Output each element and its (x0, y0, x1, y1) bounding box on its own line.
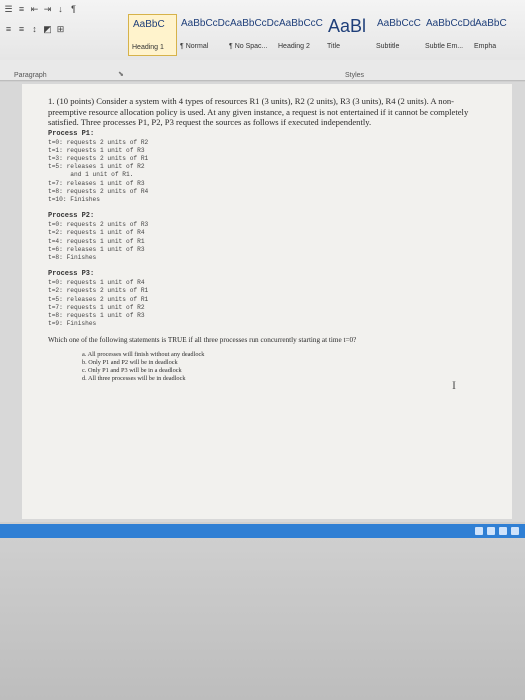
style-name: Subtle Em... (425, 43, 464, 50)
process-event: t=2: requests 1 unit of R4 (48, 229, 145, 237)
decrease-indent-icon[interactable]: ⇤ (30, 4, 39, 15)
process-event: t=7: releases 1 unit of R3 (48, 179, 145, 187)
taskbar-app-icon[interactable] (487, 527, 495, 535)
align-left-icon[interactable]: ≡ (4, 24, 13, 35)
process-title: Process P2: (48, 212, 95, 221)
process-title: Process P3: (48, 270, 95, 279)
style-name: Heading 2 (278, 43, 310, 50)
style-tile[interactable]: AaBbC Empha (471, 14, 520, 56)
process-list: Process P1: t=0: requests 2 units of R2 t=… (48, 130, 488, 329)
process-event: t=5: releases 2 units of R1 (48, 295, 149, 303)
process-event: t=3: requests 2 units of R1 (48, 154, 149, 162)
ribbon: ☰ ≡ ⇤ ⇥ ↓ ¶ ≡ ≡ ↕ ◩ ⊞ AaBbC Heading 1 AaBb… (0, 0, 525, 61)
paragraph-group-label: Paragraph (14, 72, 47, 79)
question-prompt: Which one of the following statements is… (48, 336, 357, 345)
line-spacing-icon[interactable]: ↕ (30, 24, 39, 35)
style-sample: AaBbCcC (279, 18, 323, 29)
paragraph-tools: ☰ ≡ ⇤ ⇥ ↓ ¶ ≡ ≡ ↕ ◩ ⊞ (0, 0, 128, 60)
text-cursor-icon: I (452, 378, 456, 392)
style-tile[interactable]: AaBbC Heading 1 (128, 14, 177, 56)
process-event: t=4: requests 1 unit of R1 (48, 237, 145, 245)
style-tile[interactable]: AaBbCcC Heading 2 (275, 14, 324, 56)
ribbon-group-labels (0, 60, 525, 81)
style-tile[interactable]: AaBbCcDd Subtle Em... (422, 14, 475, 56)
style-sample: AaBbC (475, 18, 507, 29)
process-block: Process P2: t=0: requests 2 units of R3 t=… (48, 212, 488, 262)
process-event: t=8: requests 1 unit of R3 (48, 311, 145, 319)
style-tile[interactable]: AaBbCcDc ¶ No Spac... (226, 14, 279, 56)
process-title: Process P1: (48, 129, 95, 138)
borders-icon[interactable]: ⊞ (56, 24, 65, 35)
styles-gallery: AaBbC Heading 1 AaBbCcDc ¶ Normal AaBbCcDc ¶ … (128, 14, 525, 56)
taskbar-app-icon[interactable] (499, 527, 507, 535)
question-intro: 1. (10 points) Consider a system with 4 … (48, 96, 469, 127)
process-event: t=5: releases 1 unit of R2 (48, 163, 145, 171)
sort-icon[interactable]: ↓ (56, 4, 65, 15)
desk-background (0, 538, 525, 700)
answer-option: a. All processes will finish without any… (82, 351, 205, 359)
document-body[interactable]: 1. (10 points) Consider a system with 4 … (48, 96, 488, 383)
style-name: Title (327, 43, 340, 50)
style-name: Empha (474, 43, 497, 50)
style-sample: AaBl (328, 16, 367, 36)
process-block: Process P1: t=0: requests 2 units of R2 t=… (48, 130, 488, 205)
process-event: and 1 unit of R1. (48, 171, 134, 179)
style-sample: AaBbCcC (377, 18, 421, 29)
answer-option: d. All three processes will be in deadlo… (82, 374, 186, 382)
pilcrow-icon[interactable]: ¶ (69, 4, 78, 15)
process-event: t=8: Finishes (48, 253, 97, 261)
style-name: ¶ Normal (180, 43, 209, 50)
styles-group-label: Styles (345, 72, 365, 79)
style-name: Heading 1 (132, 44, 164, 51)
shading-icon[interactable]: ◩ (43, 24, 52, 35)
style-tile[interactable]: AaBl Title (324, 14, 373, 56)
process-event: t=0: requests 2 units of R3 (48, 221, 149, 229)
answer-option: b. Only P1 and P2 will be in deadlock (82, 359, 178, 367)
style-tile[interactable]: AaBbCcDc ¶ Normal (177, 14, 230, 56)
taskbar-app-icon[interactable] (511, 527, 519, 535)
increase-indent-icon[interactable]: ⇥ (43, 4, 52, 15)
process-event: t=8: requests 2 units of R4 (48, 187, 149, 195)
style-name: Subtitle (376, 43, 400, 50)
style-sample: AaBbCcDc (181, 18, 230, 29)
process-event: t=2: requests 2 units of R1 (48, 287, 149, 295)
bullets-icon[interactable]: ☰ (4, 4, 13, 15)
style-name: ¶ No Spac... (229, 43, 268, 50)
paragraph-dialog-launcher-icon[interactable]: ⬊ (118, 70, 124, 78)
process-event: t=10: Finishes (48, 195, 100, 203)
taskbar-app-icon[interactable] (475, 527, 483, 535)
taskbar (0, 524, 525, 538)
process-event: t=0: requests 2 units of R2 (48, 138, 149, 146)
style-sample: AaBbCcDc (230, 18, 279, 29)
process-event: t=9: Finishes (48, 320, 97, 328)
style-sample: AaBbC (133, 19, 165, 30)
process-event: t=6: releases 1 unit of R3 (48, 245, 145, 253)
process-event: t=0: requests 1 unit of R4 (48, 279, 145, 287)
answer-option: c. Only P1 and P3 will be in a deadlock (82, 366, 182, 374)
answer-options: a. All processes will finish without any… (48, 351, 488, 382)
process-event: t=7: requests 1 unit of R2 (48, 303, 145, 311)
style-sample: AaBbCcDd (426, 18, 476, 29)
process-event: t=1: requests 1 unit of R3 (48, 146, 145, 154)
align-center-icon[interactable]: ≡ (17, 24, 26, 35)
numbering-icon[interactable]: ≡ (17, 4, 26, 15)
process-block: Process P3: t=0: requests 1 unit of R4 t=2… (48, 270, 488, 328)
style-tile[interactable]: AaBbCcC Subtitle (373, 14, 422, 56)
